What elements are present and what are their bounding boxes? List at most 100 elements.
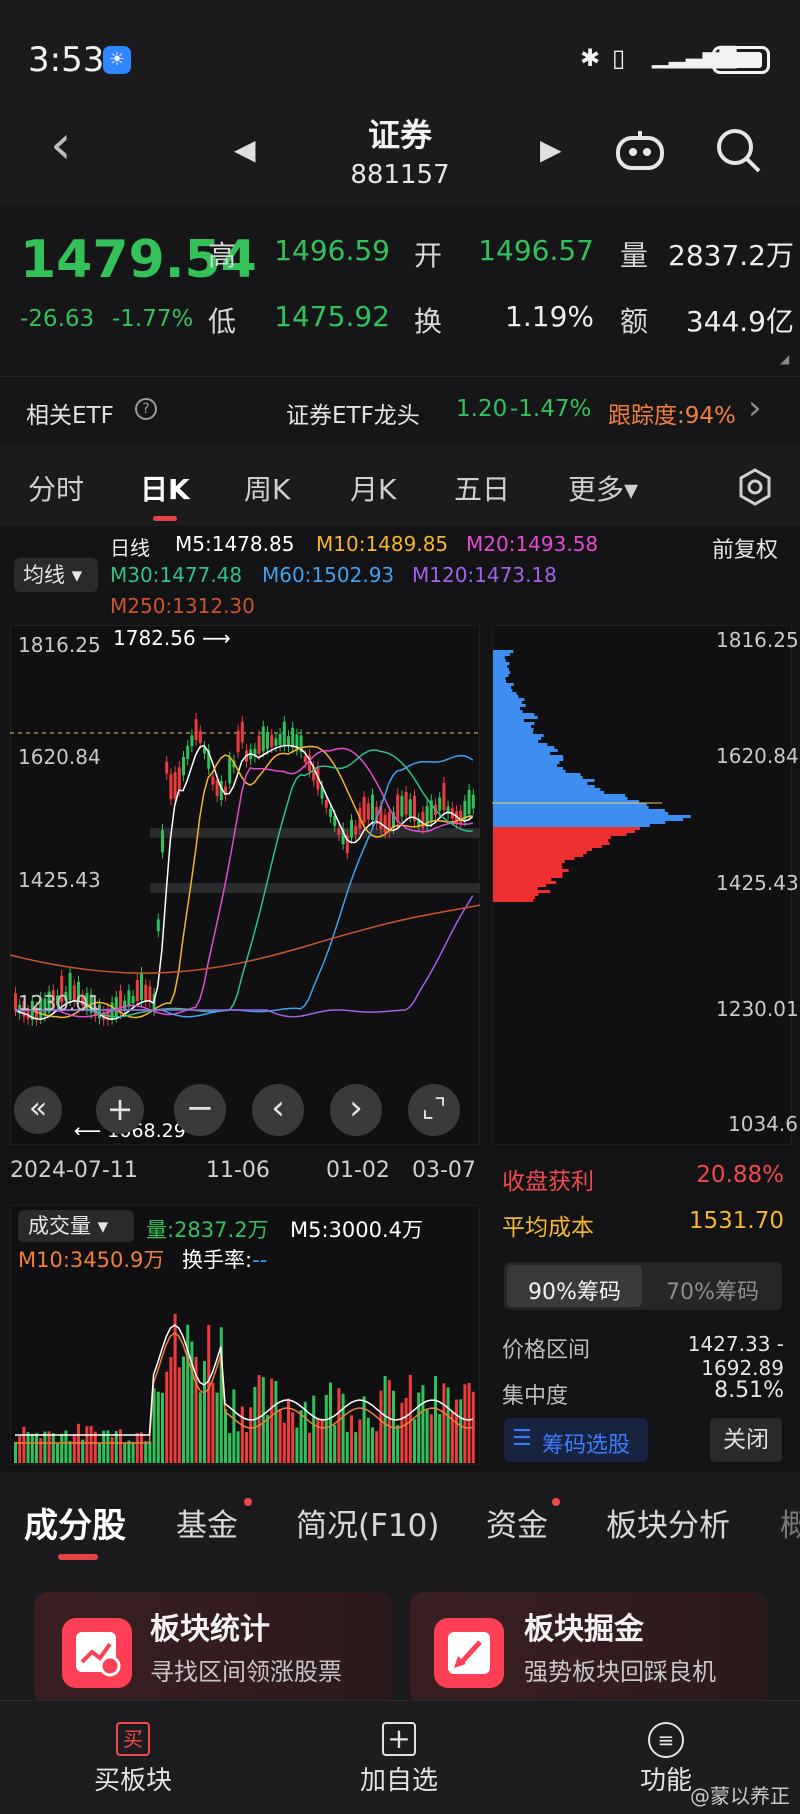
chip-bar (493, 830, 635, 833)
candle (278, 733, 282, 746)
volume-bar (85, 1426, 89, 1463)
chip-bar (493, 656, 505, 659)
chevron-right-icon[interactable]: › (748, 388, 762, 428)
candle (324, 800, 328, 808)
open-label: 开 (414, 239, 443, 272)
tab-sector-analysis[interactable]: 板块分析 (606, 1500, 730, 1545)
scroll-left-button[interactable]: ‹ (252, 1084, 304, 1136)
chip-band (150, 883, 480, 893)
next-stock-button[interactable]: ▶ (540, 133, 562, 166)
close-button[interactable]: 关闭 (710, 1418, 782, 1462)
volume-bar (354, 1432, 358, 1463)
chip-bar (493, 797, 628, 800)
prev-stock-button[interactable]: ◀ (234, 133, 256, 166)
candle (236, 730, 240, 753)
tab-underline (153, 516, 177, 521)
tab-weekly[interactable]: 周K (244, 468, 290, 508)
card-title: 板块统计 (150, 1612, 270, 1647)
volume-bar (232, 1389, 236, 1463)
trend-chart-icon (62, 1618, 132, 1688)
volume-bar (400, 1402, 404, 1463)
zoom-in-button[interactable]: + (96, 1086, 144, 1134)
tab-intraday[interactable]: 分时 (28, 468, 84, 508)
volume-bar (459, 1399, 463, 1463)
chip-bar (493, 887, 538, 890)
volume-bar (413, 1419, 416, 1463)
tab-more-clipped[interactable]: 概 (780, 1500, 800, 1545)
avg-cost-value: 1531.70 (688, 1208, 784, 1234)
chip-bar (493, 725, 531, 728)
chip-bar (493, 743, 548, 746)
fullscreen-button[interactable]: ⌞⌝ (408, 1084, 460, 1136)
volume-bar (173, 1313, 177, 1463)
tab-capital[interactable]: 资金 (486, 1500, 548, 1545)
sector-stats-card[interactable]: 板块统计 寻找区间领涨股票 (34, 1592, 392, 1704)
tab-overview-f10[interactable]: 简况(F10) (296, 1500, 439, 1545)
volume-bar (350, 1415, 353, 1463)
ma-select-button[interactable]: 均线 ▾ (14, 558, 98, 592)
chip-bar (493, 674, 509, 677)
candle (190, 735, 194, 747)
candle (270, 734, 274, 747)
candle (169, 774, 173, 800)
chip-bar (493, 716, 538, 719)
volume-bar (249, 1407, 253, 1463)
volume-ma10-line (15, 1332, 473, 1444)
chip-bar (493, 815, 691, 818)
volume-bar (417, 1392, 421, 1463)
help-icon[interactable]: ? (135, 398, 157, 420)
candle (177, 767, 181, 790)
candle (371, 794, 374, 821)
chip-bar (493, 791, 605, 794)
tab-constituents[interactable]: 成分股 (24, 1498, 126, 1547)
volume-bar (35, 1433, 38, 1463)
settings-gear-icon[interactable] (736, 468, 774, 506)
low-label: 低 (208, 305, 237, 338)
function-button[interactable]: 功能 (640, 1760, 692, 1797)
price-axis-label: 1620.84 (18, 745, 101, 769)
zoom-out-button[interactable]: − (174, 1084, 226, 1136)
chip-pick-button[interactable]: ☰ 筹码选股 (504, 1418, 648, 1462)
volume-bar (442, 1383, 446, 1463)
adjust-button[interactable]: 前复权 (712, 532, 778, 564)
back-button[interactable]: ‹ (50, 118, 72, 172)
volume-bar (324, 1394, 328, 1463)
chip-bar (493, 809, 665, 812)
candle (438, 797, 442, 811)
volume-bar (467, 1382, 471, 1463)
buy-sector-button[interactable]: 买板块 (94, 1760, 172, 1797)
volume-bar (177, 1367, 181, 1463)
search-icon[interactable] (714, 126, 762, 174)
volume-bar (39, 1438, 43, 1463)
chip-bar (493, 827, 640, 830)
etf-tracking: 跟踪度:94% (608, 403, 736, 429)
tab-five-day[interactable]: 五日 (454, 468, 510, 508)
watermark: @蒙以养正 (690, 1784, 790, 1808)
tab-more[interactable]: 更多▾ (568, 468, 638, 508)
volume-bar (135, 1433, 139, 1463)
price-change: -26.63 (20, 306, 95, 332)
chip-90-label[interactable]: 90%筹码 (507, 1274, 642, 1306)
scroll-right-button[interactable]: › (330, 1084, 382, 1136)
chip-70-option[interactable]: 70%筹码 (645, 1274, 780, 1306)
tab-daily[interactable]: 日K (140, 468, 190, 508)
indicator-select-button[interactable]: 成交量 ▾ (18, 1210, 134, 1242)
menu-icon: ≡ (648, 1722, 684, 1758)
volume-bar (320, 1418, 324, 1463)
add-icon: + (382, 1722, 416, 1756)
sector-mining-card[interactable]: 板块掘金 强势板块回踩良机 (410, 1592, 768, 1704)
robot-assistant-icon[interactable] (612, 128, 668, 172)
expand-corner-icon[interactable]: ◢ (780, 352, 789, 366)
volume-bar (169, 1356, 173, 1463)
chip-bar (493, 734, 544, 737)
add-watchlist-button[interactable]: 加自选 (360, 1760, 438, 1797)
rewind-button[interactable]: « (14, 1086, 62, 1134)
stock-title: 证券 (367, 116, 432, 154)
chip-bar (493, 818, 684, 821)
chip-bar (493, 665, 508, 668)
volume-bar (371, 1427, 374, 1463)
high-value: 1496.59 (274, 234, 390, 267)
tab-funds[interactable]: 基金 (176, 1500, 238, 1545)
candle (362, 796, 366, 823)
tab-monthly[interactable]: 月K (350, 468, 396, 508)
